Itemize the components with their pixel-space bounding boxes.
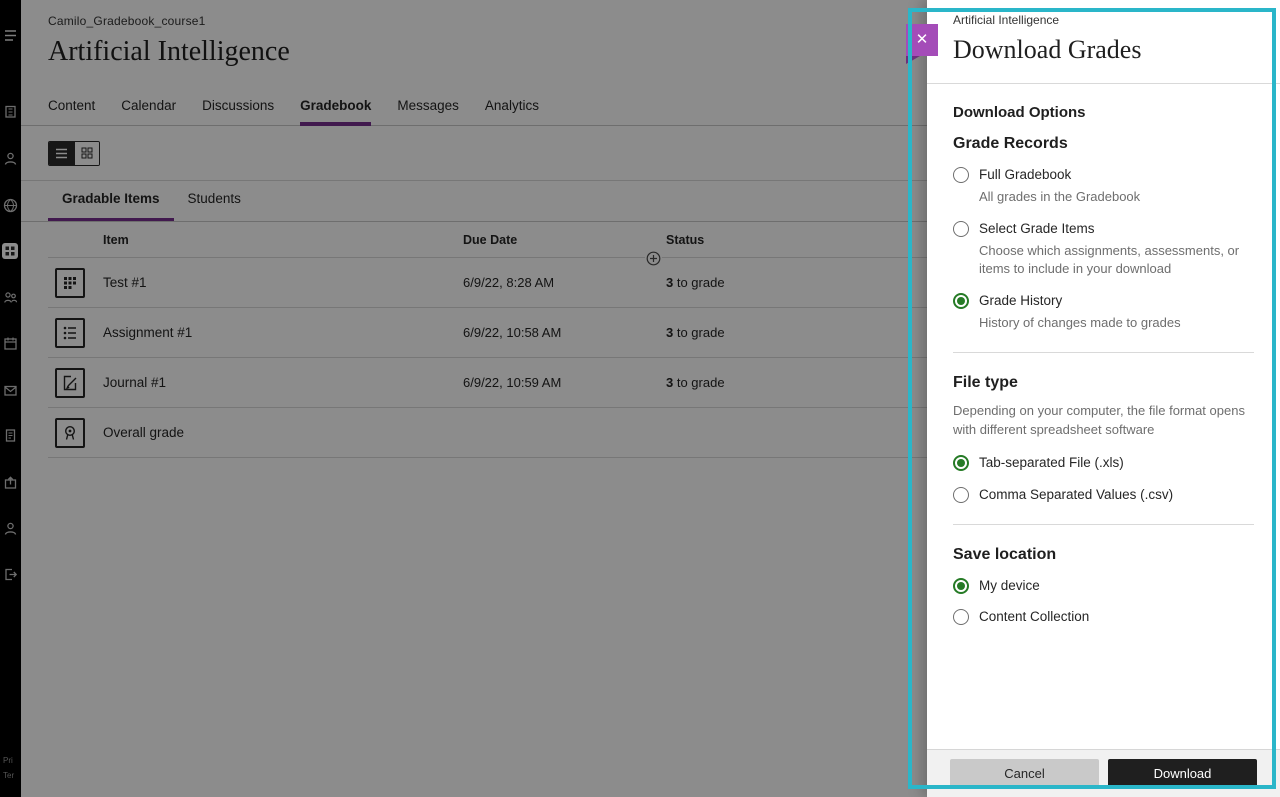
radio-label[interactable]: Select Grade Items <box>979 220 1254 239</box>
radio-option-select-grade-items: Select Grade Items Choose which assignme… <box>953 220 1254 280</box>
section-divider <box>953 524 1254 525</box>
app-window: Pri Ter Camilo_Gradebook_course1 Artific… <box>0 0 1280 797</box>
radio-label[interactable]: Comma Separated Values (.csv) <box>979 486 1173 505</box>
save-location-heading: Save location <box>953 546 1254 564</box>
close-icon: ✕ <box>916 31 929 48</box>
download-options-heading: Download Options <box>953 104 1254 121</box>
radio-label[interactable]: Grade History <box>979 292 1181 311</box>
radio-label[interactable]: Content Collection <box>979 608 1089 627</box>
file-type-description: Depending on your computer, the file for… <box>953 402 1254 440</box>
radio-label[interactable]: Tab-separated File (.xls) <box>979 454 1124 473</box>
radio-description: All grades in the Gradebook <box>979 188 1140 207</box>
download-grades-panel: ✕ Artificial Intelligence Download Grade… <box>927 0 1280 797</box>
radio-description: History of changes made to grades <box>979 314 1181 333</box>
radio-option-csv: Comma Separated Values (.csv) <box>953 486 1254 505</box>
radio-csv[interactable] <box>953 487 969 503</box>
close-panel-button[interactable]: ✕ <box>906 24 938 56</box>
cancel-button[interactable]: Cancel <box>950 759 1099 788</box>
grade-records-heading: Grade Records <box>953 135 1254 153</box>
panel-footer: Cancel Download <box>927 749 1280 797</box>
radio-option-content-collection: Content Collection <box>953 608 1254 627</box>
radio-option-grade-history: Grade History History of changes made to… <box>953 292 1254 333</box>
radio-select-grade-items[interactable] <box>953 221 969 237</box>
radio-full-gradebook[interactable] <box>953 167 969 183</box>
panel-course-label: Artificial Intelligence <box>953 13 1254 27</box>
radio-xls[interactable] <box>953 455 969 471</box>
radio-label[interactable]: My device <box>979 577 1040 596</box>
radio-label[interactable]: Full Gradebook <box>979 166 1140 185</box>
radio-option-my-device: My device <box>953 577 1254 596</box>
radio-option-xls: Tab-separated File (.xls) <box>953 454 1254 473</box>
radio-description: Choose which assignments, assessments, o… <box>979 242 1254 280</box>
radio-content-collection[interactable] <box>953 609 969 625</box>
radio-my-device[interactable] <box>953 578 969 594</box>
section-divider <box>953 352 1254 353</box>
download-button[interactable]: Download <box>1108 759 1257 788</box>
panel-body: Download Options Grade Records Full Grad… <box>927 84 1280 627</box>
panel-title: Download Grades <box>953 35 1254 65</box>
radio-option-full-gradebook: Full Gradebook All grades in the Gradebo… <box>953 166 1254 207</box>
panel-header: Artificial Intelligence Download Grades <box>927 0 1280 84</box>
radio-grade-history[interactable] <box>953 293 969 309</box>
file-type-heading: File type <box>953 374 1254 392</box>
